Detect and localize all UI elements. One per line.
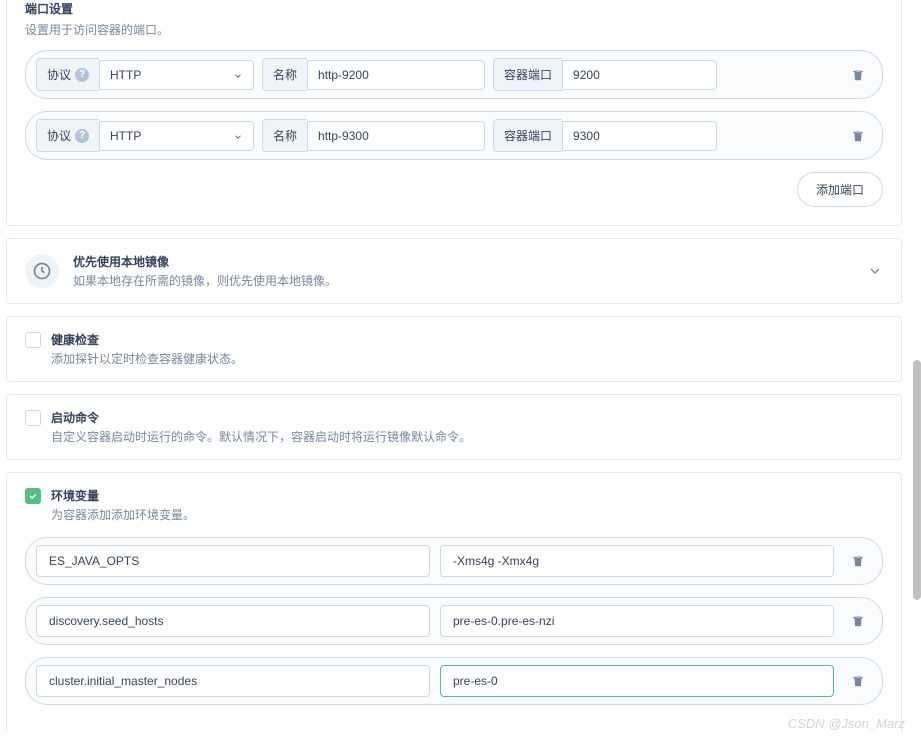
env-vars-panel: 环境变量 为容器添加添加环境变量。 bbox=[6, 472, 902, 731]
scrollbar[interactable] bbox=[913, 360, 921, 600]
chevron-down-icon bbox=[233, 70, 243, 80]
health-check-panel: 健康检查 添加探针以定时检查容器健康状态。 bbox=[6, 316, 902, 382]
env-key-input[interactable] bbox=[36, 605, 430, 637]
health-check-desc: 添加探针以定时检查容器健康状态。 bbox=[51, 350, 883, 367]
container-port-label: 容器端口 bbox=[493, 119, 562, 152]
chevron-down-icon[interactable] bbox=[867, 263, 883, 279]
port-row: 协议 ? HTTP 名称 容器端口 bbox=[25, 111, 883, 160]
env-key-input[interactable] bbox=[36, 545, 430, 577]
port-name-input[interactable] bbox=[307, 60, 485, 90]
health-check-title: 健康检查 bbox=[51, 331, 883, 348]
container-port-input[interactable] bbox=[562, 121, 717, 151]
local-image-panel[interactable]: 优先使用本地镜像 如果本地存在所需的镜像，则优先使用本地镜像。 bbox=[6, 238, 902, 304]
env-value-input[interactable] bbox=[440, 665, 834, 697]
watermark: CSDN @Json_Marz bbox=[788, 716, 905, 731]
startup-cmd-checkbox[interactable] bbox=[25, 410, 41, 426]
port-row: 协议 ? HTTP 名称 容器端口 bbox=[25, 50, 883, 99]
help-icon[interactable]: ? bbox=[75, 129, 89, 143]
clock-icon bbox=[25, 254, 59, 288]
help-icon[interactable]: ? bbox=[75, 68, 89, 82]
ports-settings-panel: 端口设置 设置用于访问容器的端口。 协议 ? HTTP 名称 容器端口 bbox=[6, 0, 902, 226]
chevron-down-icon bbox=[233, 131, 243, 141]
env-vars-title: 环境变量 bbox=[51, 487, 883, 504]
container-port-label: 容器端口 bbox=[493, 58, 562, 91]
name-label: 名称 bbox=[262, 58, 307, 91]
delete-port-button[interactable] bbox=[844, 61, 872, 89]
startup-cmd-panel: 启动命令 自定义容器启动时运行的命令。默认情况下，容器启动时将运行镜像默认命令。 bbox=[6, 394, 902, 460]
env-value-input[interactable] bbox=[440, 605, 834, 637]
protocol-select[interactable]: HTTP bbox=[99, 121, 254, 151]
add-port-button[interactable]: 添加端口 bbox=[797, 172, 883, 207]
name-label: 名称 bbox=[262, 119, 307, 152]
delete-env-button[interactable] bbox=[844, 667, 872, 695]
env-value-input[interactable] bbox=[440, 545, 834, 577]
startup-cmd-desc: 自定义容器启动时运行的命令。默认情况下，容器启动时将运行镜像默认命令。 bbox=[51, 428, 883, 445]
local-image-title: 优先使用本地镜像 bbox=[73, 253, 853, 270]
delete-port-button[interactable] bbox=[844, 122, 872, 150]
env-var-row bbox=[25, 657, 883, 705]
protocol-select[interactable]: HTTP bbox=[99, 60, 254, 90]
delete-env-button[interactable] bbox=[844, 547, 872, 575]
ports-desc: 设置用于访问容器的端口。 bbox=[25, 21, 883, 38]
delete-env-button[interactable] bbox=[844, 607, 872, 635]
env-key-input[interactable] bbox=[36, 665, 430, 697]
env-vars-desc: 为容器添加添加环境变量。 bbox=[51, 506, 883, 523]
local-image-desc: 如果本地存在所需的镜像，则优先使用本地镜像。 bbox=[73, 272, 853, 289]
env-var-row bbox=[25, 597, 883, 645]
protocol-label: 协议 ? bbox=[36, 58, 99, 91]
ports-title: 端口设置 bbox=[25, 0, 883, 17]
protocol-label: 协议 ? bbox=[36, 119, 99, 152]
startup-cmd-title: 启动命令 bbox=[51, 409, 883, 426]
env-vars-checkbox[interactable] bbox=[25, 488, 41, 504]
env-var-row bbox=[25, 537, 883, 585]
health-check-checkbox[interactable] bbox=[25, 332, 41, 348]
port-name-input[interactable] bbox=[307, 121, 485, 151]
container-port-input[interactable] bbox=[562, 60, 717, 90]
